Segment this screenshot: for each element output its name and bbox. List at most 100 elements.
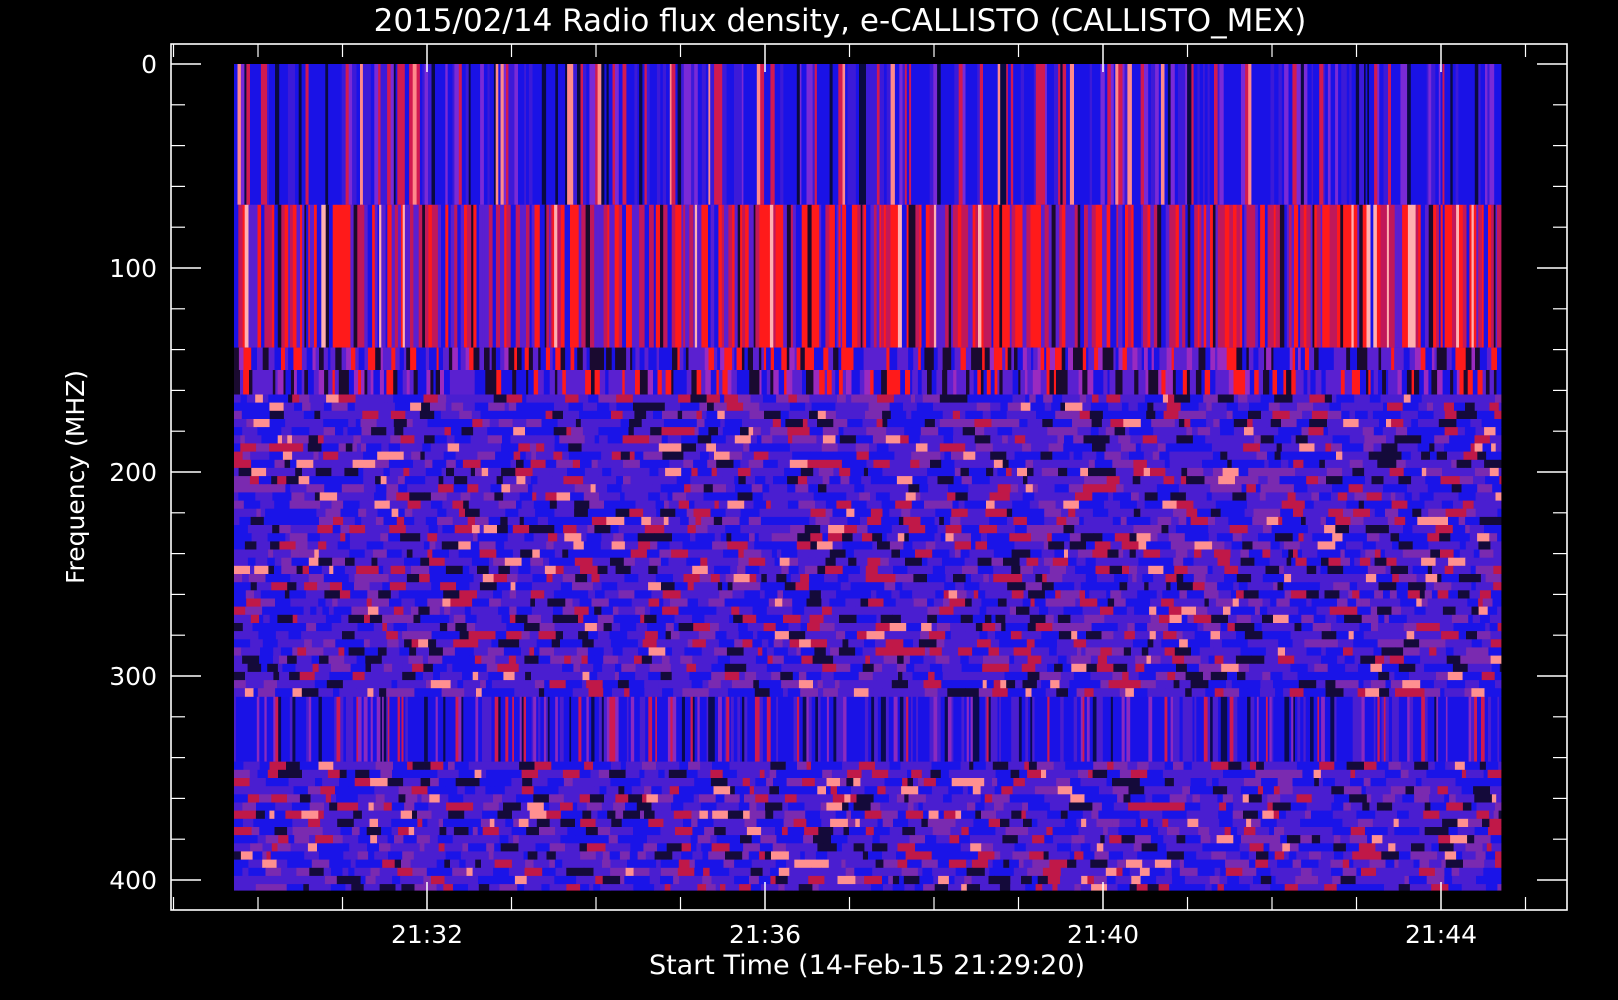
noise-cell — [634, 582, 649, 591]
noise-cell — [1193, 574, 1206, 583]
noise-cell — [639, 459, 658, 469]
noise-cell — [722, 516, 740, 526]
noise-cell — [980, 484, 999, 493]
stripe-cell — [845, 64, 848, 205]
noise-cell — [1421, 451, 1431, 461]
stripe-cell — [1362, 204, 1367, 348]
noise-cell — [1407, 557, 1422, 567]
noise-cell — [686, 492, 693, 501]
stripe-cell — [915, 204, 920, 348]
stripe-cell — [742, 696, 745, 762]
noise-cell — [1343, 419, 1359, 428]
noise-cell — [1025, 484, 1034, 493]
stripe-cell — [642, 696, 646, 762]
stripe-cell — [1489, 64, 1493, 205]
noise-cell — [329, 606, 335, 616]
noise-cell — [1411, 419, 1419, 428]
noise-cell — [959, 402, 978, 412]
noise-cell — [786, 508, 797, 518]
stripe-cell — [1370, 64, 1375, 205]
stripe-cell — [1178, 347, 1182, 370]
stripe-cell — [1199, 204, 1202, 348]
noise-cell — [1306, 598, 1312, 608]
noise-cell — [326, 541, 339, 550]
stripe-cell — [299, 347, 303, 370]
noise-cell — [1260, 484, 1278, 493]
noise-cell — [1133, 525, 1148, 534]
noise-cell — [1230, 590, 1237, 599]
noise-cell — [587, 525, 595, 534]
noise-cell — [1108, 508, 1125, 518]
noise-cell — [852, 402, 869, 412]
noise-cell — [1444, 410, 1457, 420]
stripe-cell — [1129, 347, 1133, 370]
noise-cell — [802, 419, 808, 428]
noise-cell — [1381, 492, 1392, 501]
noise-cell — [1465, 402, 1476, 412]
noise-cell — [997, 590, 1013, 599]
noise-cell — [520, 451, 527, 461]
noise-cell — [509, 565, 519, 575]
stripe-cell — [1032, 696, 1035, 762]
noise-cell — [414, 435, 425, 444]
noise-cell — [471, 557, 490, 567]
noise-cell — [568, 549, 586, 559]
noise-cell — [310, 402, 325, 412]
noise-cell — [624, 541, 639, 550]
stripe-cell — [727, 370, 732, 395]
stripe-cell — [1179, 696, 1184, 762]
stripe-cell — [608, 370, 612, 395]
noise-cell — [696, 410, 703, 420]
stripe-cell — [506, 204, 512, 348]
noise-cell — [937, 525, 946, 534]
noise-cell — [1002, 419, 1020, 428]
noise-cell — [1464, 435, 1475, 444]
noise-cell — [597, 459, 616, 469]
stripe-cell — [615, 347, 622, 370]
noise-cell — [867, 525, 876, 534]
stripe-cell — [1399, 347, 1405, 370]
noise-cell — [314, 549, 320, 559]
stripe-cell — [257, 64, 262, 205]
stripe-cell — [829, 64, 834, 205]
stripe-cell — [611, 347, 616, 370]
noise-cell — [268, 394, 276, 404]
noise-cell — [646, 549, 660, 559]
stripe-cell — [672, 347, 678, 370]
noise-cell — [1480, 574, 1486, 583]
noise-cell — [397, 541, 411, 550]
stripe-cell — [1133, 204, 1138, 348]
stripe-cell — [1086, 64, 1091, 205]
stripe-cell — [1200, 696, 1205, 762]
stripe-cell — [1391, 370, 1398, 395]
stripe-cell — [1246, 347, 1250, 370]
noise-cell — [467, 476, 486, 485]
noise-cell — [1025, 394, 1030, 404]
noise-cell — [1022, 508, 1032, 518]
stripe-cell — [1388, 64, 1392, 205]
stripe-cell — [1368, 370, 1371, 395]
noise-cell — [1097, 435, 1111, 444]
noise-cell — [657, 565, 665, 575]
noise-cell — [1350, 516, 1364, 526]
stripe-cell — [925, 204, 930, 348]
noise-cell — [1458, 533, 1471, 542]
stripe-cell — [555, 64, 559, 205]
noise-cell — [623, 459, 641, 469]
noise-cell — [812, 484, 819, 493]
noise-cell — [446, 492, 461, 501]
noise-cell — [947, 492, 956, 501]
noise-cell — [437, 394, 447, 404]
stripe-cell — [1360, 370, 1363, 395]
noise-cell — [583, 476, 600, 485]
noise-cell — [677, 410, 683, 420]
stripe-cell — [272, 64, 276, 205]
noise-cell — [981, 492, 990, 501]
noise-cell — [915, 394, 924, 404]
noise-cell — [1070, 476, 1085, 485]
stripe-cell — [958, 64, 963, 205]
stripe-cell — [1351, 370, 1357, 395]
noise-cell — [749, 443, 765, 452]
stripe-cell — [360, 64, 364, 205]
stripe-cell — [1122, 204, 1126, 348]
